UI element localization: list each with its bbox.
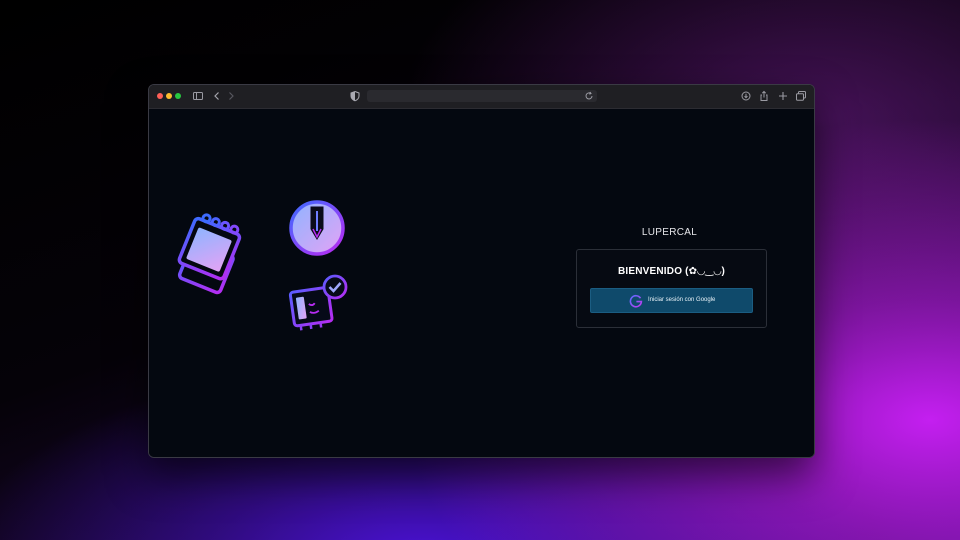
google-sign-in-button[interactable]: Iniciar sesión con Google: [590, 288, 753, 313]
app-title: LUPERCAL: [641, 227, 698, 238]
google-sign-in-label: Iniciar sesión con Google: [648, 297, 716, 303]
notepad-icon: [177, 213, 242, 295]
close-window-button[interactable]: [157, 93, 163, 99]
zoom-window-button[interactable]: [175, 93, 181, 99]
shield-icon[interactable]: [349, 90, 361, 102]
login-card: BIENVENIDO (✿◡‿◡) Iniciar sesión con Goo…: [576, 249, 767, 328]
address-bar[interactable]: [367, 90, 597, 102]
share-icon[interactable]: [758, 90, 770, 102]
sidebar-icon[interactable]: [192, 90, 204, 102]
browser-toolbar: [149, 85, 814, 109]
browser-window: LUPERCAL BIENVENIDO (✿◡‿◡) Iniciar sesió…: [148, 84, 815, 458]
new-tab-icon[interactable]: [777, 90, 789, 102]
minimize-window-button[interactable]: [166, 93, 172, 99]
reload-icon[interactable]: [583, 90, 595, 102]
checked-card-icon: [288, 274, 348, 331]
download-icon[interactable]: [740, 90, 752, 102]
pencil-badge-icon: [289, 200, 345, 256]
google-icon: [629, 294, 643, 308]
forward-icon[interactable]: [225, 90, 237, 102]
back-icon[interactable]: [211, 90, 223, 102]
welcome-heading: BIENVENIDO (✿◡‿◡): [617, 266, 726, 277]
tabs-icon[interactable]: [795, 90, 807, 102]
page-content: LUPERCAL BIENVENIDO (✿◡‿◡) Iniciar sesió…: [149, 109, 814, 457]
